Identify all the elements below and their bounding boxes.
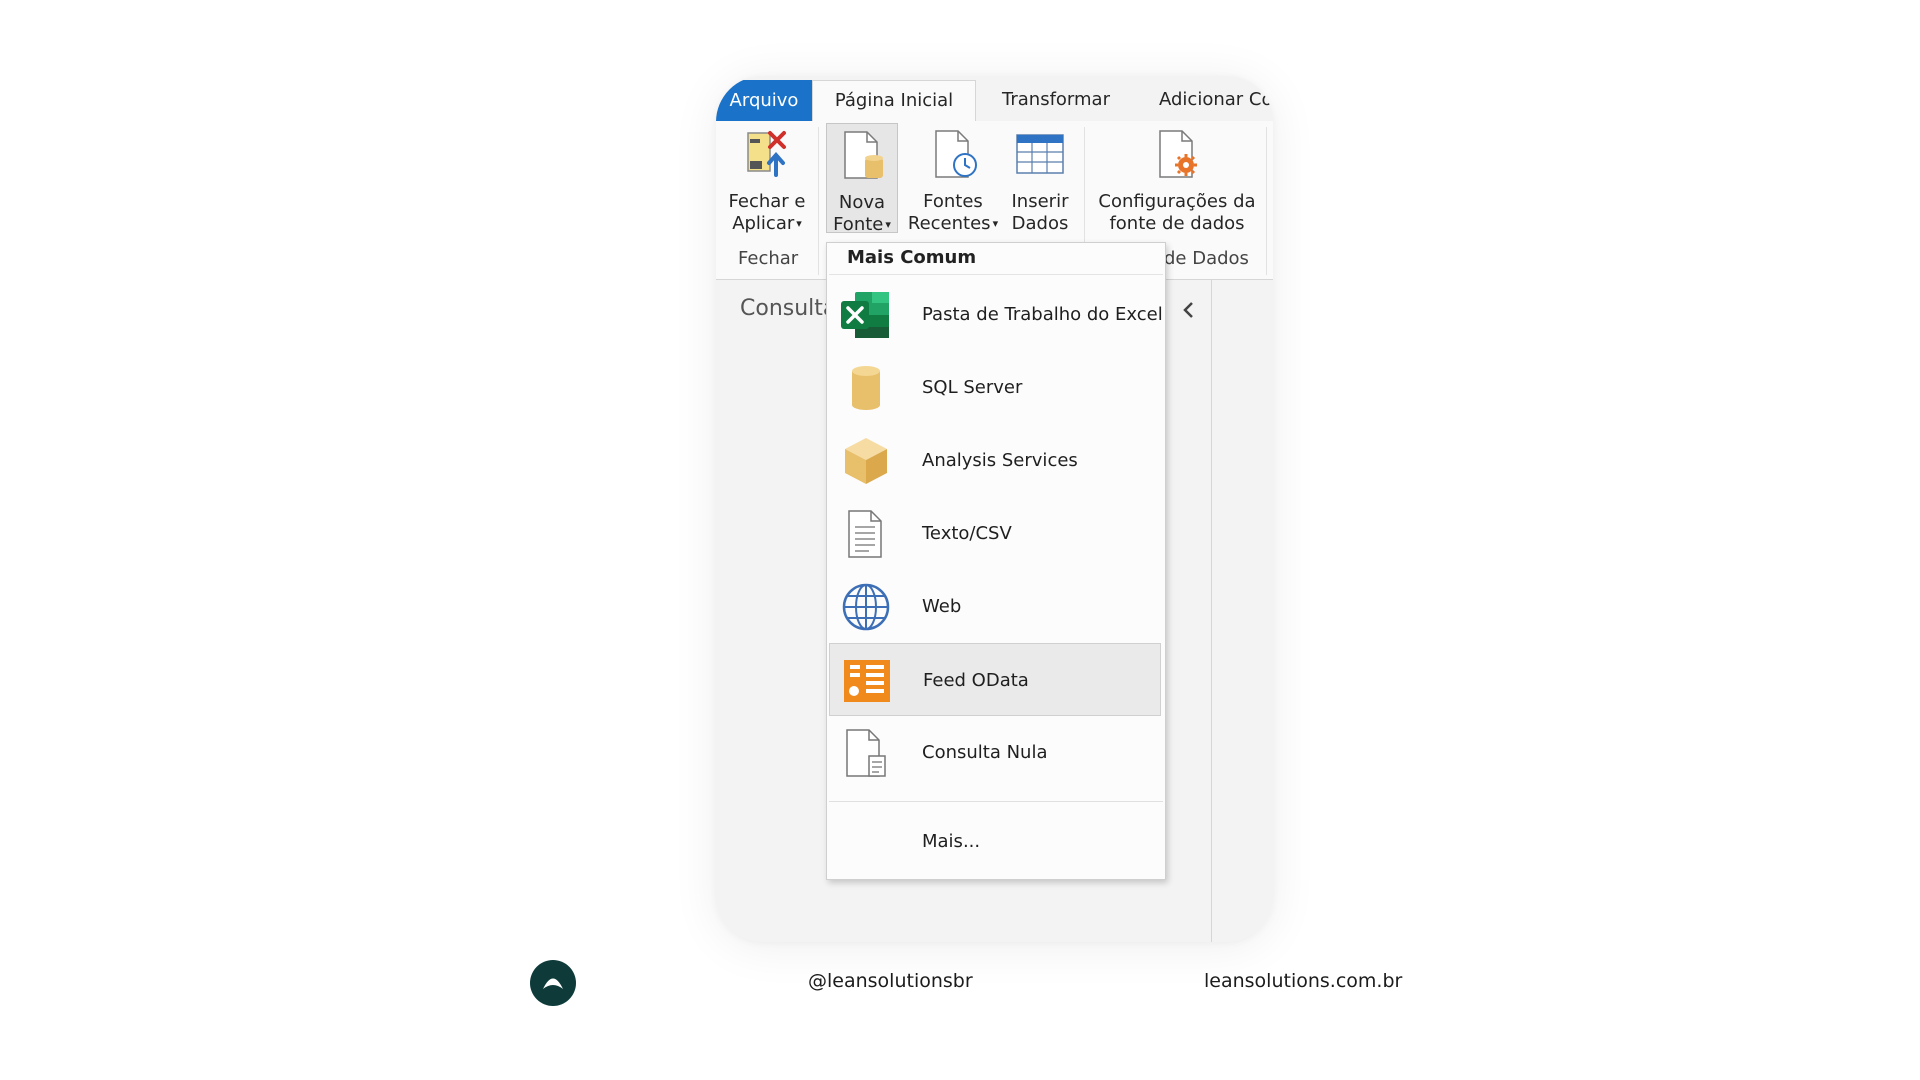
menu-section-header: Mais Comum xyxy=(847,247,977,268)
enter-data-button[interactable]: Inserir Dados xyxy=(1004,123,1076,234)
cube-icon xyxy=(845,438,887,484)
close-apply-label-2: Aplicar xyxy=(732,213,795,234)
footer-website: leansolutions.com.br xyxy=(1204,970,1403,992)
group-label-close: Fechar xyxy=(738,248,799,269)
enter-data-label-1: Inserir xyxy=(1011,191,1069,212)
menu-item-analysis-services[interactable]: Analysis Services xyxy=(829,424,1161,497)
menu-item-label: Feed OData xyxy=(923,670,1029,691)
tab-transform[interactable]: Transformar xyxy=(1002,80,1110,120)
chevron-down-icon: ▾ xyxy=(992,217,999,230)
chevron-down-icon: ▾ xyxy=(796,217,802,230)
menu-item-label: Pasta de Trabalho do Excel xyxy=(922,304,1163,325)
menu-item-blank-query[interactable]: Consulta Nula xyxy=(829,716,1161,789)
new-source-button[interactable]: Nova Fonte ▾ xyxy=(826,123,898,235)
tab-file[interactable]: Arquivo xyxy=(716,80,812,121)
menu-item-label: Consulta Nula xyxy=(922,742,1048,763)
enter-data-label-2: Dados xyxy=(1011,213,1069,234)
tab-add-column[interactable]: Adicionar Co xyxy=(1159,80,1272,120)
new-source-icon xyxy=(844,131,883,179)
data-source-settings-label-1: Configurações da xyxy=(1098,191,1256,212)
settings-file-icon xyxy=(1159,130,1197,178)
group-label-data-sources: de Dados xyxy=(1164,248,1249,269)
queries-pane-title: Consulta xyxy=(740,296,837,321)
menu-divider xyxy=(829,274,1163,275)
ribbon-tab-bar: Arquivo Página Inicial Transformar Adici… xyxy=(716,76,1273,122)
menu-item-text-csv[interactable]: Texto/CSV xyxy=(829,497,1161,570)
menu-item-label: Web xyxy=(922,596,962,617)
close-apply-button[interactable]: Fechar e Aplicar ▾ xyxy=(724,123,810,234)
close-apply-icon xyxy=(747,131,786,177)
tab-home[interactable]: Página Inicial xyxy=(812,80,976,122)
recent-sources-icon xyxy=(935,130,977,178)
recent-sources-label-1: Fontes xyxy=(923,191,983,212)
recent-sources-label-2: Recentes xyxy=(907,213,991,234)
new-source-dropdown: Mais Comum Pasta de Trabalho do Excel SQ… xyxy=(826,242,1166,880)
close-apply-label-1: Fechar e xyxy=(728,191,806,212)
menu-item-label: SQL Server xyxy=(922,377,1023,398)
group-separator xyxy=(1266,127,1267,275)
globe-icon xyxy=(842,583,890,631)
collapse-chevron-left-icon[interactable] xyxy=(1179,296,1199,324)
excel-icon xyxy=(841,292,889,338)
odata-feed-icon xyxy=(844,660,890,702)
menu-divider xyxy=(829,801,1163,802)
blank-query-icon xyxy=(846,729,886,777)
menu-item-excel[interactable]: Pasta de Trabalho do Excel xyxy=(829,278,1163,351)
menu-item-label: Texto/CSV xyxy=(922,523,1012,544)
new-source-label-1: Nova xyxy=(838,192,886,213)
footer-social-handle: @leansolutionsbr xyxy=(808,970,973,992)
group-separator xyxy=(818,127,819,275)
recent-sources-button[interactable]: Fontes Recentes ▾ xyxy=(904,123,1002,234)
table-icon xyxy=(1016,134,1064,174)
pane-divider xyxy=(1211,280,1212,942)
text-file-icon xyxy=(848,510,882,558)
menu-item-label: Analysis Services xyxy=(922,450,1078,471)
menu-item-sql-server[interactable]: SQL Server xyxy=(829,351,1161,424)
new-source-label-2: Fonte xyxy=(833,214,884,235)
menu-item-label: Mais... xyxy=(922,831,981,852)
menu-item-odata-feed[interactable]: Feed OData xyxy=(829,643,1161,716)
menu-item-more[interactable]: Mais... xyxy=(829,805,1161,878)
database-icon xyxy=(852,366,880,410)
menu-item-web[interactable]: Web xyxy=(829,570,1161,643)
data-source-settings-button[interactable]: Configurações da fonte de dados xyxy=(1092,123,1262,234)
data-source-settings-label-2: fonte de dados xyxy=(1109,213,1245,234)
lean-solutions-logo-icon xyxy=(530,960,576,1006)
chevron-down-icon: ▾ xyxy=(885,218,891,231)
